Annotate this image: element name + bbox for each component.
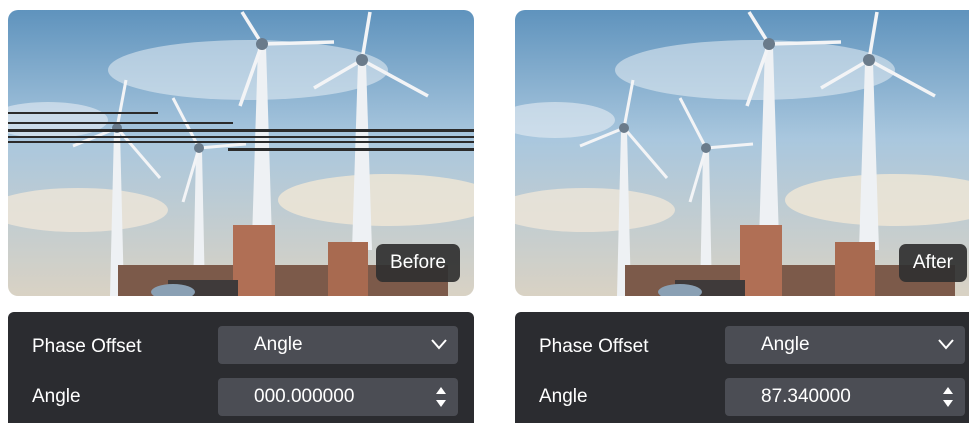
phase-offset-value: Angle [761, 334, 810, 355]
chevron-down-icon [938, 339, 954, 350]
after-badge: After [898, 244, 967, 282]
stepper-arrows-icon[interactable] [943, 386, 953, 408]
angle-value: 87.340000 [761, 386, 851, 407]
before-panel: Before Phase Offset Angle Angle 000.0000… [8, 0, 474, 423]
phase-offset-label: Phase Offset [32, 336, 142, 357]
after-controls: Phase Offset Angle Angle 87.340000 [515, 312, 969, 423]
phase-offset-label: Phase Offset [539, 336, 649, 357]
stepper-arrows-icon[interactable] [436, 386, 446, 408]
before-image: Before [8, 10, 474, 296]
before-controls: Phase Offset Angle Angle 000.000000 [8, 312, 474, 423]
angle-value: 000.000000 [254, 386, 355, 407]
angle-label: Angle [32, 386, 81, 407]
phase-offset-dropdown[interactable]: Angle [725, 326, 965, 364]
after-image: After [515, 10, 969, 296]
angle-input[interactable]: 000.000000 [218, 378, 458, 416]
chevron-down-icon [431, 339, 447, 350]
phase-offset-dropdown[interactable]: Angle [218, 326, 458, 364]
after-panel: After Phase Offset Angle Angle 87.340000 [515, 0, 969, 423]
phase-offset-value: Angle [254, 334, 303, 355]
before-badge: Before [376, 244, 460, 282]
angle-label: Angle [539, 386, 588, 407]
angle-input[interactable]: 87.340000 [725, 378, 965, 416]
